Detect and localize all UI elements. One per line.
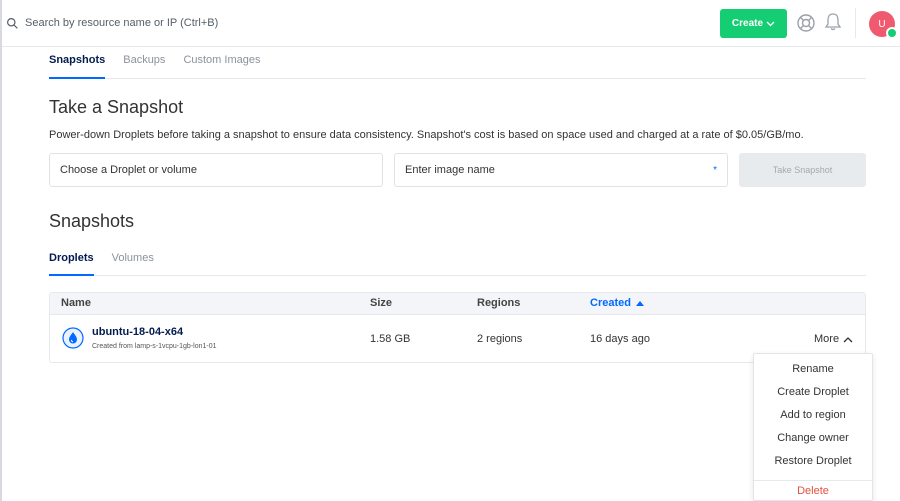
table-row: ubuntu-18-04-x64 Created from lamp-s-1vc… (50, 315, 865, 362)
chevron-down-icon (766, 21, 775, 26)
avatar-status-badge (886, 27, 898, 39)
menu-item-change-owner[interactable]: Change owner (754, 432, 872, 444)
column-header-size[interactable]: Size (370, 297, 392, 309)
more-button-label: More (814, 333, 840, 345)
snapshots-title: Snapshots (49, 211, 135, 231)
header-divider (855, 8, 856, 38)
sort-ascending-icon (635, 300, 644, 306)
snapshot-created: 16 days ago (590, 333, 650, 345)
image-name-field[interactable]: * (394, 153, 728, 187)
snapshots-page-tabs: Snapshots Backups Custom Images (49, 47, 866, 79)
tab-custom-images[interactable]: Custom Images (183, 47, 260, 79)
droplet-select-input[interactable] (50, 154, 382, 186)
column-header-created-label: Created (590, 297, 631, 309)
required-marker: * (713, 165, 717, 176)
menu-item-create-droplet[interactable]: Create Droplet (754, 386, 872, 398)
top-bar: Create U (2, 0, 900, 47)
take-snapshot-description: Power-down Droplets before taking a snap… (49, 129, 804, 141)
menu-item-restore-droplet[interactable]: Restore Droplet (754, 455, 872, 467)
left-edge-border (0, 0, 2, 501)
tab-droplets[interactable]: Droplets (49, 248, 94, 276)
column-header-created[interactable]: Created (590, 297, 644, 309)
menu-item-rename[interactable]: Rename (754, 363, 872, 375)
search-icon (7, 17, 18, 29)
tab-backups[interactable]: Backups (123, 47, 165, 79)
snapshot-image-icon (62, 327, 84, 349)
column-header-name[interactable]: Name (61, 297, 91, 309)
create-button-label: Create (731, 18, 764, 29)
snapshot-source: Created from lamp-s-1vcpu-1gb-lon1-01 (92, 343, 217, 350)
menu-item-delete[interactable]: Delete (754, 485, 872, 497)
take-snapshot-button[interactable]: Take Snapshot (739, 153, 866, 187)
bell-icon[interactable] (824, 12, 842, 32)
snapshots-type-tabs: Droplets Volumes (49, 248, 866, 276)
snapshot-size: 1.58 GB (370, 333, 411, 345)
snapshot-name[interactable]: ubuntu-18-04-x64 (92, 326, 183, 338)
avatar[interactable]: U (869, 11, 898, 39)
snapshots-table: Name Size Regions Created ubuntu-18-04-x… (49, 292, 866, 363)
droplet-select[interactable] (49, 153, 383, 187)
table-header: Name Size Regions Created (50, 293, 865, 315)
menu-divider (754, 480, 872, 481)
chevron-up-icon (843, 336, 853, 342)
create-button[interactable]: Create (720, 9, 787, 38)
take-snapshot-title: Take a Snapshot (49, 97, 184, 117)
tab-snapshots[interactable]: Snapshots (49, 47, 106, 79)
snapshot-regions[interactable]: 2 regions (477, 333, 522, 345)
image-name-input[interactable] (395, 154, 727, 186)
lifebuoy-help-icon[interactable] (796, 13, 816, 33)
search-bar[interactable] (6, 12, 325, 34)
search-input[interactable] (25, 17, 325, 29)
column-header-regions[interactable]: Regions (477, 297, 520, 309)
avatar-initial: U (878, 18, 886, 30)
more-dropdown-menu: Rename Create Droplet Add to region Chan… (753, 353, 873, 501)
tab-volumes[interactable]: Volumes (112, 248, 154, 276)
menu-item-add-to-region[interactable]: Add to region (754, 409, 872, 421)
more-button[interactable]: More (814, 333, 853, 345)
